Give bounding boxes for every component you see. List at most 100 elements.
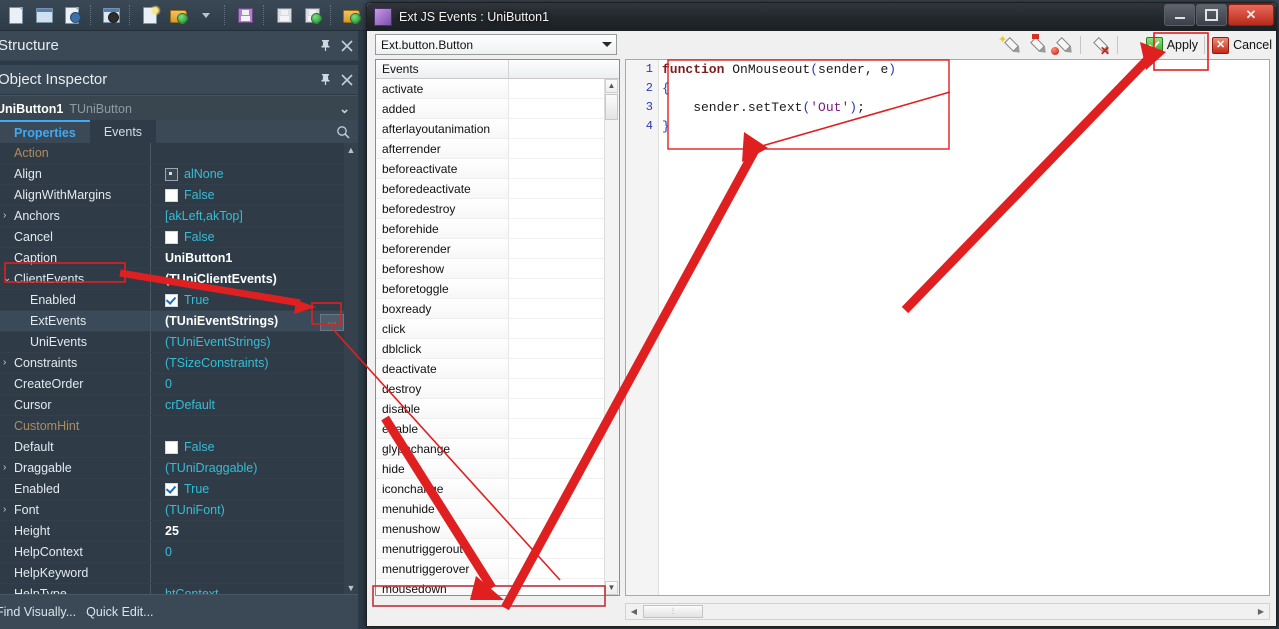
code-line[interactable]: } bbox=[662, 117, 1269, 136]
event-row[interactable]: menushow bbox=[376, 519, 605, 539]
expander-expand-icon[interactable]: › bbox=[3, 505, 13, 515]
object-selector-combo[interactable]: UniButton1 TUniButton ⌄ bbox=[0, 95, 358, 121]
event-handler[interactable] bbox=[509, 219, 605, 238]
property-row[interactable]: Enabled True bbox=[0, 290, 358, 311]
property-search-box[interactable] bbox=[156, 120, 358, 143]
save-as-icon[interactable] bbox=[271, 2, 297, 28]
event-handler[interactable] bbox=[509, 359, 605, 378]
checkbox-icon[interactable] bbox=[165, 440, 178, 454]
property-row[interactable]: › Constraints (TSizeConstraints) bbox=[0, 353, 358, 374]
property-row[interactable]: CustomHint bbox=[0, 416, 358, 437]
close-icon[interactable] bbox=[336, 69, 358, 91]
property-value-cell[interactable]: (TUniEventStrings) bbox=[160, 335, 358, 349]
view-form-icon[interactable] bbox=[98, 2, 124, 28]
property-value-cell[interactable]: True bbox=[160, 482, 358, 496]
new-file-icon[interactable] bbox=[3, 2, 29, 28]
chevron-down-icon[interactable]: ⌄ bbox=[339, 101, 350, 117]
tab-events[interactable]: Events bbox=[90, 120, 156, 143]
event-row[interactable]: beforerender bbox=[376, 239, 605, 259]
property-value-cell[interactable]: (TSizeConstraints) bbox=[160, 356, 358, 370]
maximize-button[interactable] bbox=[1196, 4, 1227, 26]
property-row[interactable]: › Font (TUniFont) bbox=[0, 500, 358, 521]
event-row[interactable]: beforeshow bbox=[376, 259, 605, 279]
event-row[interactable]: menutriggerover bbox=[376, 559, 605, 579]
event-handler[interactable] bbox=[509, 159, 605, 178]
chevron-down-icon[interactable] bbox=[602, 42, 612, 47]
event-handler[interactable] bbox=[509, 319, 605, 338]
event-row[interactable]: added bbox=[376, 99, 605, 119]
property-value-cell[interactable]: (TUniClientEvents) bbox=[160, 272, 358, 286]
property-row[interactable]: UniEvents (TUniEventStrings) bbox=[0, 332, 358, 353]
event-row[interactable]: afterrender bbox=[376, 139, 605, 159]
event-handler[interactable] bbox=[509, 99, 605, 118]
event-row[interactable]: afterlayoutanimation bbox=[376, 119, 605, 139]
property-row[interactable]: Cursor crDefault bbox=[0, 395, 358, 416]
property-value-cell[interactable]: UniButton1 bbox=[160, 251, 358, 265]
property-row[interactable]: › Draggable (TUniDraggable) bbox=[0, 458, 358, 479]
event-handler[interactable] bbox=[509, 259, 605, 278]
event-handler[interactable] bbox=[509, 239, 605, 258]
expander-expand-icon[interactable]: › bbox=[3, 463, 13, 473]
event-row[interactable]: hide bbox=[376, 459, 605, 479]
event-row[interactable]: beforeactivate bbox=[376, 159, 605, 179]
event-row[interactable]: dblclick bbox=[376, 339, 605, 359]
event-handler[interactable] bbox=[509, 439, 605, 458]
open-folder-icon[interactable] bbox=[165, 2, 191, 28]
property-row[interactable]: Default False bbox=[0, 437, 358, 458]
event-row[interactable]: enable bbox=[376, 419, 605, 439]
event-handler[interactable] bbox=[509, 299, 605, 318]
property-value-cell[interactable]: False bbox=[160, 230, 358, 244]
event-row[interactable]: beforedestroy bbox=[376, 199, 605, 219]
property-value-cell[interactable]: 0 bbox=[160, 377, 358, 391]
event-handler[interactable] bbox=[509, 179, 605, 198]
event-row[interactable]: menuhide bbox=[376, 499, 605, 519]
property-row[interactable]: CreateOrder 0 bbox=[0, 374, 358, 395]
code-line[interactable]: function OnMouseout(sender, e) bbox=[662, 60, 1269, 79]
scroll-down-arrow-icon[interactable]: ▼ bbox=[605, 581, 618, 595]
event-row[interactable]: beforetoggle bbox=[376, 279, 605, 299]
pin-icon[interactable] bbox=[314, 35, 336, 57]
dialog-title-bar[interactable]: Ext JS Events : UniButton1 ✕ bbox=[367, 3, 1276, 31]
property-value-cell[interactable]: False bbox=[160, 440, 358, 454]
event-row[interactable]: deactivate bbox=[376, 359, 605, 379]
event-handler[interactable] bbox=[509, 499, 605, 518]
save-icon[interactable] bbox=[232, 2, 258, 28]
event-row[interactable]: iconchange bbox=[376, 479, 605, 499]
property-grid-scrollbar[interactable]: ▲ ▼ bbox=[344, 143, 358, 595]
event-handler[interactable] bbox=[509, 79, 605, 98]
ellipsis-button[interactable]: ... bbox=[320, 314, 344, 331]
property-row[interactable]: HelpContext 0 bbox=[0, 542, 358, 563]
code-line[interactable]: sender.setText('Out'); bbox=[662, 98, 1269, 117]
checkbox-icon[interactable] bbox=[165, 293, 178, 307]
property-grid[interactable]: Action Align alNone AlignWithMargins False › A… bbox=[0, 143, 358, 595]
hscrollbar-thumb[interactable]: ⫶ bbox=[643, 605, 703, 618]
event-handler[interactable] bbox=[509, 539, 605, 558]
pin-icon[interactable] bbox=[314, 69, 336, 91]
event-handler[interactable] bbox=[509, 459, 605, 478]
checkbox-icon[interactable] bbox=[165, 482, 178, 496]
property-row[interactable]: Height 25 bbox=[0, 521, 358, 542]
property-value-cell[interactable]: True bbox=[160, 293, 358, 307]
property-value-cell[interactable]: 25 bbox=[160, 524, 358, 538]
event-row[interactable]: boxready bbox=[376, 299, 605, 319]
cancel-button[interactable]: ✕ Cancel bbox=[1212, 34, 1272, 56]
event-row[interactable]: glyphchange bbox=[376, 439, 605, 459]
expander-expand-icon[interactable]: › bbox=[3, 358, 13, 368]
property-value-cell[interactable]: (TUniFont) bbox=[160, 503, 358, 517]
scroll-left-arrow-icon[interactable]: ◀ bbox=[626, 604, 642, 619]
expander-expand-icon[interactable]: › bbox=[3, 211, 13, 221]
tab-properties[interactable]: Properties bbox=[0, 120, 90, 143]
event-row[interactable]: menutriggerout bbox=[376, 539, 605, 559]
property-row[interactable]: ExtEvents (TUniEventStrings)... bbox=[0, 311, 358, 332]
minimize-button[interactable] bbox=[1164, 4, 1195, 26]
add-to-project-icon[interactable] bbox=[338, 2, 364, 28]
event-handler[interactable] bbox=[509, 479, 605, 498]
class-selector-combo[interactable]: Ext.button.Button bbox=[375, 34, 617, 55]
event-handler[interactable] bbox=[509, 119, 605, 138]
event-handler[interactable] bbox=[509, 139, 605, 158]
events-grid-rows[interactable]: activate added afterlayoutanimation afterre… bbox=[376, 79, 605, 595]
edit-event-icon[interactable] bbox=[1023, 33, 1049, 57]
property-row[interactable]: ⌄ ClientEvents (TUniClientEvents) bbox=[0, 269, 358, 290]
scroll-up-arrow-icon[interactable]: ▲ bbox=[605, 79, 618, 93]
scrollbar-thumb[interactable] bbox=[605, 94, 618, 120]
